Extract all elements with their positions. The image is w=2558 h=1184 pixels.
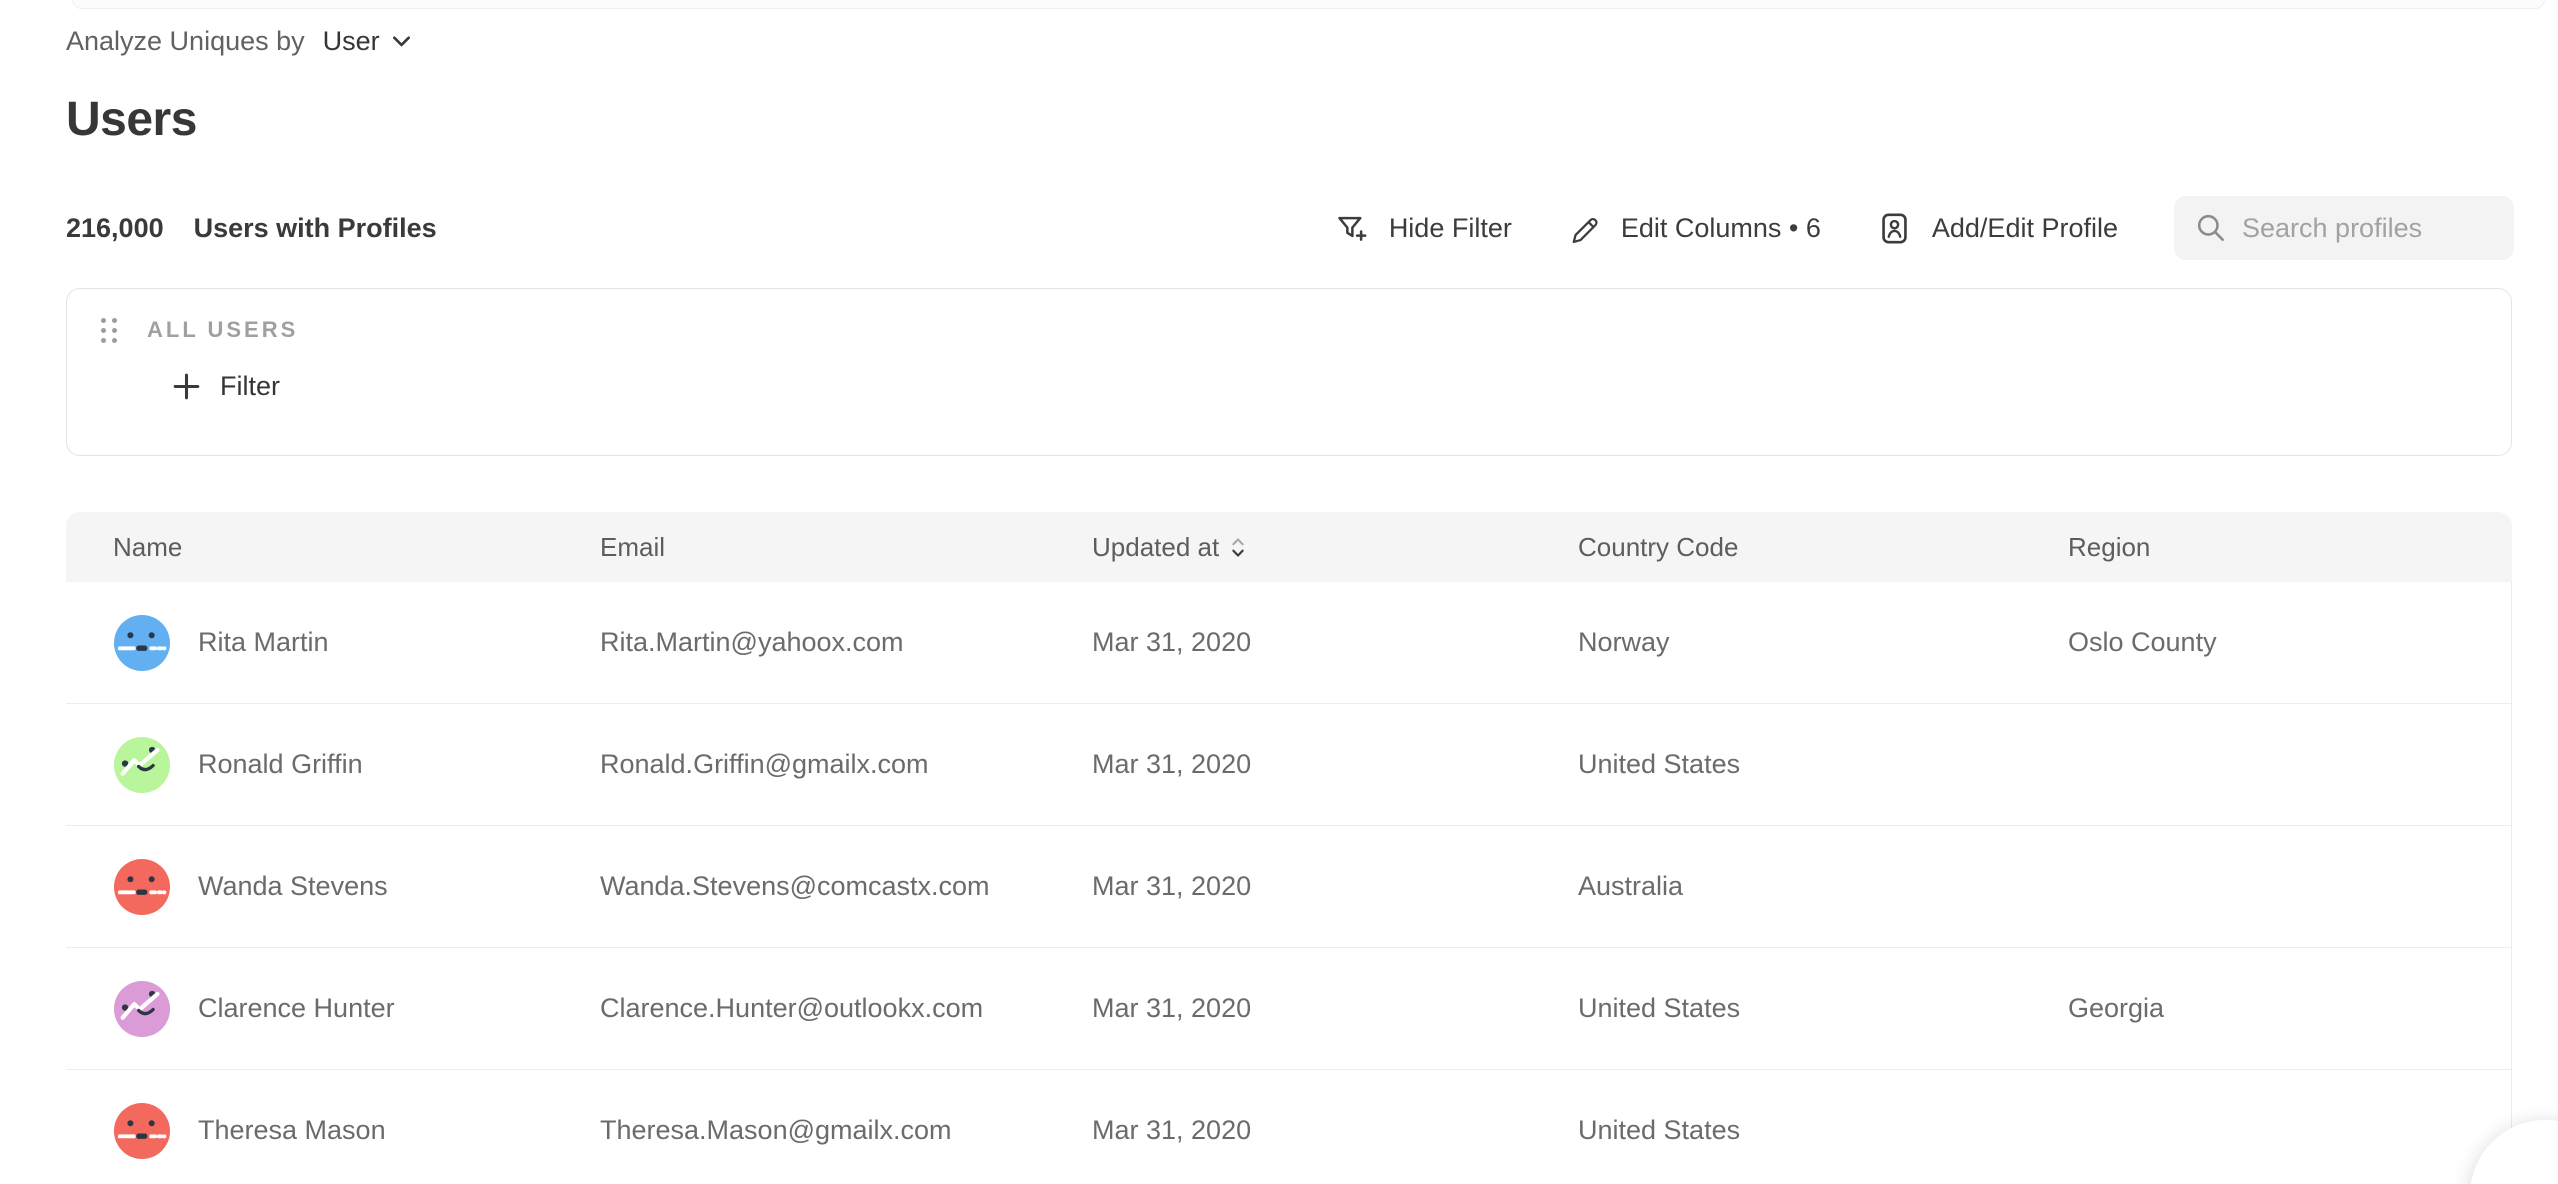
- avatar: [113, 858, 171, 916]
- add-filter-button[interactable]: Filter: [173, 371, 280, 402]
- add-edit-profile-label: Add/Edit Profile: [1932, 213, 2118, 244]
- country-code-cell: United States: [1578, 993, 2068, 1024]
- name-cell: Ronald Griffin: [113, 736, 600, 794]
- column-header-country-code[interactable]: Country Code: [1578, 532, 2068, 563]
- analyze-uniques-label: Analyze Uniques by: [66, 26, 305, 57]
- profiles-count-caption: Users with Profiles: [194, 213, 437, 244]
- name-cell: Rita Martin: [113, 614, 600, 672]
- filter-plus-icon: [1334, 211, 1369, 246]
- email-cell: Wanda.Stevens@comcastx.com: [600, 871, 1092, 902]
- toolbar: Hide Filter Edit Columns • 6 Add/Edit Pr…: [1334, 196, 2514, 260]
- user-name: Theresa Mason: [198, 1115, 386, 1146]
- name-cell: Clarence Hunter: [113, 980, 600, 1038]
- search-profiles-input[interactable]: [2242, 213, 2482, 244]
- table-row[interactable]: Ronald Griffin Ronald.Griffin@gmailx.com…: [66, 704, 2511, 826]
- email-cell: Theresa.Mason@gmailx.com: [600, 1115, 1092, 1146]
- profile-card-icon: [1877, 211, 1912, 246]
- table-row[interactable]: Theresa Mason Theresa.Mason@gmailx.com M…: [66, 1070, 2511, 1184]
- user-name: Wanda Stevens: [198, 871, 388, 902]
- page-title: Users: [66, 92, 197, 147]
- region-cell: Oslo County: [2068, 627, 2511, 658]
- hide-filter-label: Hide Filter: [1389, 213, 1512, 244]
- user-name: Clarence Hunter: [198, 993, 395, 1024]
- avatar: [113, 614, 171, 672]
- updated-at-cell: Mar 31, 2020: [1092, 1115, 1578, 1146]
- users-table: Name Email Updated at Country Code Regio…: [66, 512, 2512, 1184]
- drag-handle-icon[interactable]: [101, 318, 117, 343]
- chevron-down-icon: [392, 36, 411, 48]
- users-page: Analyze Uniques by User Users 216,000 Us…: [0, 0, 2558, 1184]
- column-header-email[interactable]: Email: [600, 532, 1092, 563]
- add-edit-profile-button[interactable]: Add/Edit Profile: [1877, 211, 2118, 246]
- column-header-updated-at[interactable]: Updated at: [1092, 532, 1578, 563]
- profiles-count: 216,000: [66, 213, 164, 244]
- plus-icon: [173, 373, 200, 400]
- avatar: [113, 1102, 171, 1160]
- filter-panel: ALL USERS Filter: [66, 288, 2512, 456]
- column-header-region[interactable]: Region: [2068, 532, 2512, 563]
- cutoff-panel-edge: [72, 0, 2545, 9]
- avatar: [113, 980, 171, 1038]
- profiles-count-row: 216,000 Users with Profiles: [66, 196, 437, 260]
- email-cell: Ronald.Griffin@gmailx.com: [600, 749, 1092, 780]
- email-cell: Rita.Martin@yahoox.com: [600, 627, 1092, 658]
- hide-filter-button[interactable]: Hide Filter: [1334, 211, 1512, 246]
- country-code-cell: United States: [1578, 1115, 2068, 1146]
- table-row[interactable]: Clarence Hunter Clarence.Hunter@outlookx…: [66, 948, 2511, 1070]
- region-cell: Georgia: [2068, 993, 2511, 1024]
- filter-group-label: ALL USERS: [147, 317, 298, 343]
- updated-at-cell: Mar 31, 2020: [1092, 993, 1578, 1024]
- name-cell: Wanda Stevens: [113, 858, 600, 916]
- edit-columns-button[interactable]: Edit Columns • 6: [1568, 212, 1821, 245]
- user-name: Ronald Griffin: [198, 749, 363, 780]
- email-cell: Clarence.Hunter@outlookx.com: [600, 993, 1092, 1024]
- table-header-row: Name Email Updated at Country Code Regio…: [66, 512, 2512, 582]
- name-cell: Theresa Mason: [113, 1102, 600, 1160]
- filter-group-header: ALL USERS: [67, 289, 2511, 343]
- analyze-by-dropdown[interactable]: User: [323, 26, 411, 57]
- search-icon: [2194, 211, 2228, 245]
- updated-at-cell: Mar 31, 2020: [1092, 749, 1578, 780]
- table-row[interactable]: Rita Martin Rita.Martin@yahoox.com Mar 3…: [66, 582, 2511, 704]
- country-code-cell: Norway: [1578, 627, 2068, 658]
- column-header-name[interactable]: Name: [113, 532, 600, 563]
- avatar: [113, 736, 171, 794]
- analyze-uniques-row: Analyze Uniques by User: [66, 26, 411, 57]
- table-row[interactable]: Wanda Stevens Wanda.Stevens@comcastx.com…: [66, 826, 2511, 948]
- updated-at-cell: Mar 31, 2020: [1092, 871, 1578, 902]
- add-filter-label: Filter: [220, 371, 280, 402]
- updated-at-cell: Mar 31, 2020: [1092, 627, 1578, 658]
- analyze-by-value: User: [323, 26, 380, 57]
- sort-icon[interactable]: [1231, 536, 1245, 559]
- table-body: Rita Martin Rita.Martin@yahoox.com Mar 3…: [66, 582, 2512, 1184]
- country-code-cell: Australia: [1578, 871, 2068, 902]
- country-code-cell: United States: [1578, 749, 2068, 780]
- pencil-icon: [1568, 212, 1601, 245]
- edit-columns-label: Edit Columns • 6: [1621, 213, 1821, 244]
- search-profiles-box[interactable]: [2174, 196, 2514, 260]
- user-name: Rita Martin: [198, 627, 329, 658]
